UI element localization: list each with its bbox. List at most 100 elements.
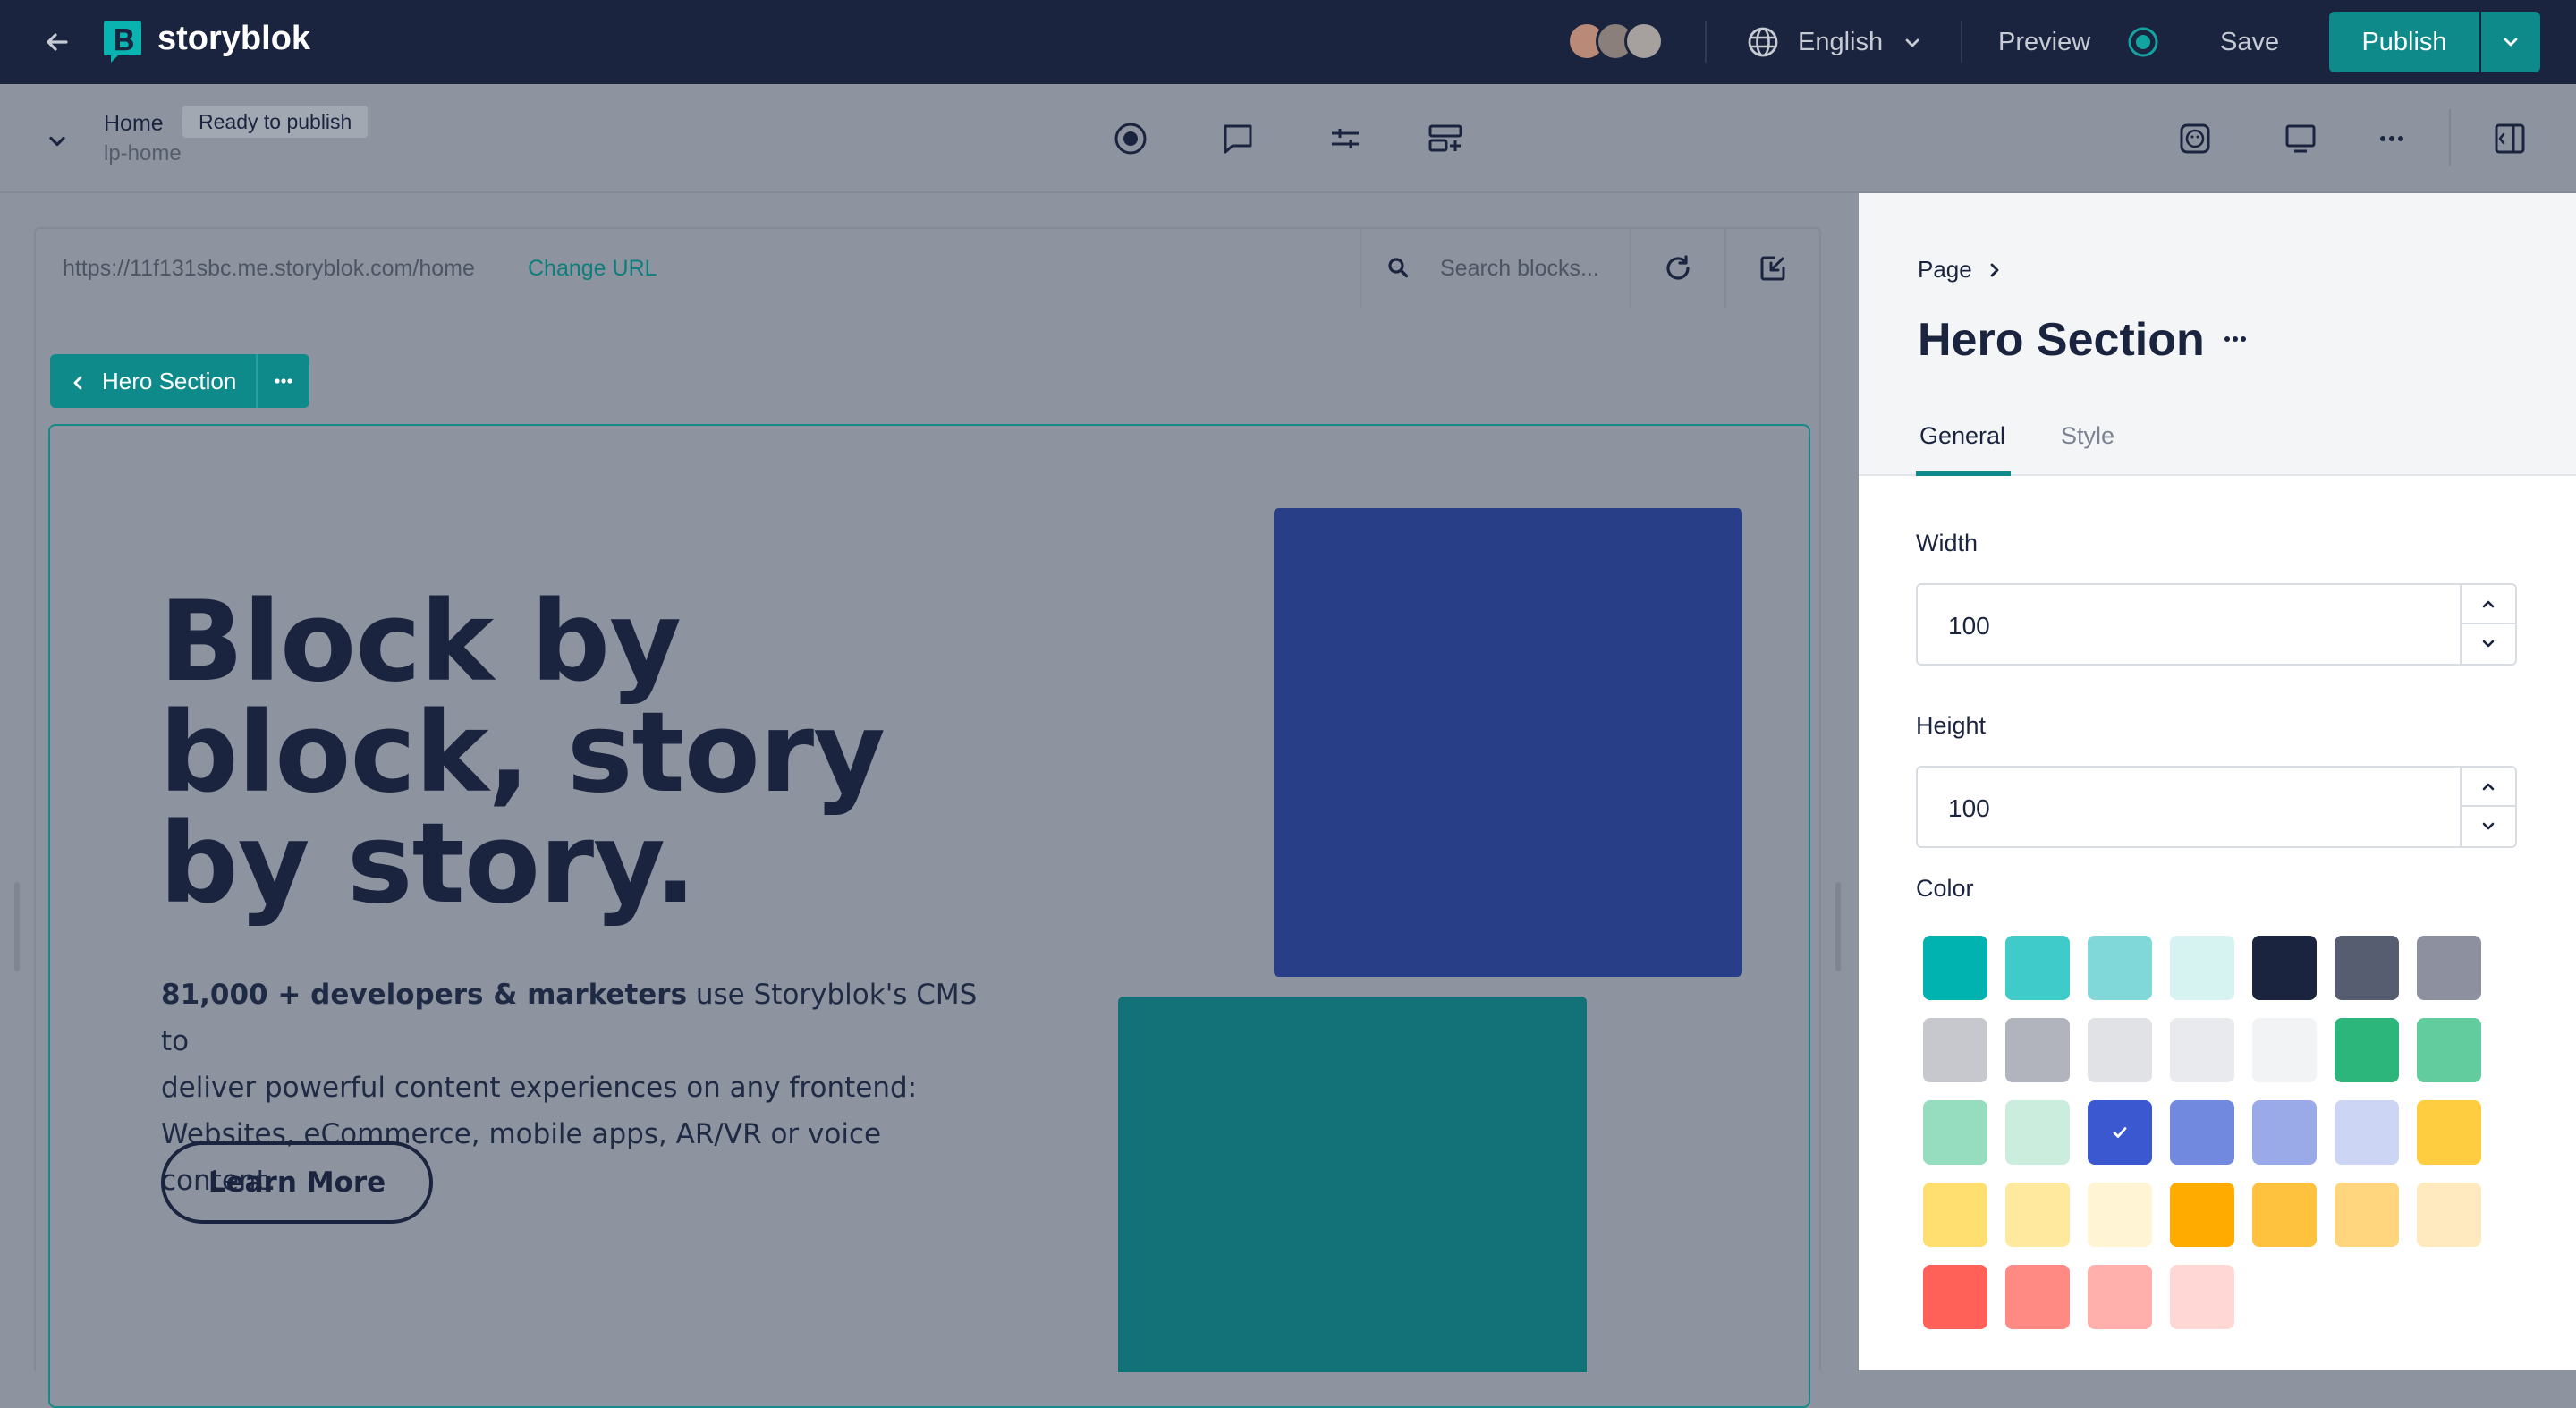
story-slug: lp-home — [104, 141, 182, 165]
color-swatch[interactable] — [1923, 1265, 1987, 1329]
add-block-icon[interactable] — [1420, 114, 1470, 164]
color-swatch[interactable] — [2417, 1018, 2481, 1082]
height-label: Height — [1916, 712, 1987, 739]
increment-button[interactable] — [2462, 768, 2515, 807]
preview-toggle-icon[interactable] — [2127, 26, 2159, 58]
color-swatch[interactable] — [2334, 1183, 2399, 1247]
publish-button[interactable]: Publish — [2329, 12, 2479, 72]
storyblok-logo-icon — [102, 20, 143, 64]
color-swatch[interactable] — [2005, 1018, 2070, 1082]
tab-style[interactable]: Style — [2061, 422, 2114, 476]
color-swatch[interactable] — [2417, 1100, 2481, 1165]
tab-general-label: General — [1919, 422, 2006, 449]
color-swatch[interactable] — [2005, 1100, 2070, 1165]
width-value[interactable]: 100 — [1948, 612, 1990, 640]
more-icon[interactable] — [2367, 114, 2417, 164]
width-input[interactable]: 100 — [1916, 583, 2517, 666]
chevron-right-icon — [1985, 260, 2004, 280]
chevron-down-icon — [2479, 818, 2497, 835]
story-name: Home — [104, 111, 164, 136]
back-arrow-icon[interactable] — [39, 24, 75, 60]
color-swatch[interactable] — [2252, 1100, 2317, 1165]
learn-more-button[interactable]: Learn More — [161, 1141, 433, 1224]
color-swatch[interactable] — [2170, 1100, 2234, 1165]
color-swatch[interactable] — [2334, 1100, 2399, 1165]
color-swatch[interactable] — [1923, 1183, 1987, 1247]
increment-button[interactable] — [2462, 585, 2515, 624]
chevron-down-icon[interactable] — [1902, 32, 1923, 54]
color-swatch[interactable] — [2417, 936, 2481, 1000]
block-chip[interactable]: Hero Section — [50, 354, 310, 408]
smiley-icon[interactable] — [2170, 114, 2220, 164]
editor-toolbar: Home Ready to publish lp-home — [0, 84, 2576, 193]
block-chip-more[interactable] — [256, 354, 310, 408]
divider — [1360, 229, 1361, 308]
change-url-link[interactable]: Change URL — [528, 256, 657, 282]
height-value[interactable]: 100 — [1948, 794, 1990, 823]
chevron-up-icon — [2479, 595, 2497, 613]
collaborator-avatars[interactable] — [1567, 21, 1674, 66]
toggle-sidebar-icon[interactable] — [2485, 114, 2535, 164]
color-swatch[interactable] — [2088, 1100, 2152, 1165]
comment-icon[interactable] — [1213, 114, 1263, 164]
color-swatch[interactable] — [2088, 1018, 2152, 1082]
panel-header: Page Hero Section General Style — [1859, 193, 2576, 476]
more-icon[interactable] — [2218, 322, 2252, 356]
block-chip-label-wrap[interactable]: Hero Section — [50, 354, 257, 408]
tab-style-label: Style — [2061, 422, 2115, 449]
language-selector[interactable]: English — [1798, 28, 1883, 57]
check-icon — [2109, 1122, 2131, 1143]
color-swatch[interactable] — [2005, 1265, 2070, 1329]
decrement-button[interactable] — [2462, 807, 2515, 846]
breadcrumb[interactable]: Page — [1918, 256, 2004, 284]
color-swatch[interactable] — [2170, 936, 2234, 1000]
color-swatch[interactable] — [1923, 1100, 1987, 1165]
divider — [1961, 21, 1962, 63]
record-icon[interactable] — [1106, 114, 1156, 164]
tab-general[interactable]: General — [1916, 422, 2011, 476]
hero-paragraph-bold: 81,000 + developers & marketers — [161, 979, 688, 1011]
color-swatch[interactable] — [2334, 1018, 2399, 1082]
breadcrumb-page[interactable]: Page — [1918, 256, 1972, 284]
color-swatch[interactable] — [2170, 1265, 2234, 1329]
chevron-down-icon[interactable] — [45, 129, 70, 154]
block-editor-panel: Page Hero Section General Style Width 10… — [1859, 193, 2576, 1370]
color-swatch[interactable] — [2252, 1018, 2317, 1082]
color-swatch[interactable] — [2088, 1265, 2152, 1329]
desktop-icon[interactable] — [2275, 114, 2326, 164]
color-swatch[interactable] — [2005, 1183, 2070, 1247]
publish-options-button[interactable] — [2481, 12, 2540, 72]
color-swatch[interactable] — [2252, 936, 2317, 1000]
color-swatch[interactable] — [1923, 936, 1987, 1000]
height-input[interactable]: 100 — [1916, 766, 2517, 848]
refresh-icon[interactable] — [1662, 252, 1694, 284]
color-swatch[interactable] — [2170, 1018, 2234, 1082]
globe-icon[interactable] — [1746, 25, 1780, 59]
color-swatch[interactable] — [2005, 936, 2070, 1000]
color-swatch[interactable] — [2417, 1183, 2481, 1247]
brand-name: storyblok — [157, 20, 311, 57]
color-swatch[interactable] — [2088, 1183, 2152, 1247]
color-swatch[interactable] — [2252, 1183, 2317, 1247]
top-bar: storyblok English Preview Save Publish — [0, 0, 2576, 84]
width-label: Width — [1916, 530, 1979, 556]
more-icon — [270, 368, 297, 394]
url-bar: https://11f131sbc.me.storyblok.com/home … — [34, 227, 1821, 310]
divider — [2449, 109, 2451, 166]
hero-heading-line: by story. — [159, 800, 697, 929]
preview-button[interactable]: Preview — [1998, 28, 2090, 57]
decrement-button[interactable] — [2462, 624, 2515, 664]
resize-handle[interactable] — [14, 882, 20, 971]
color-swatch[interactable] — [2088, 936, 2152, 1000]
settings-sliders-icon[interactable] — [1320, 114, 1370, 164]
color-swatch[interactable] — [1923, 1018, 1987, 1082]
divider — [1630, 229, 1631, 308]
height-stepper[interactable] — [2460, 768, 2515, 846]
open-external-icon[interactable] — [1757, 252, 1789, 284]
resize-handle[interactable] — [1835, 882, 1841, 971]
color-swatch[interactable] — [2170, 1183, 2234, 1247]
color-swatch[interactable] — [2334, 936, 2399, 1000]
save-button[interactable]: Save — [2220, 28, 2279, 57]
search-blocks-input[interactable]: Search blocks... — [1440, 256, 1599, 282]
width-stepper[interactable] — [2460, 585, 2515, 664]
